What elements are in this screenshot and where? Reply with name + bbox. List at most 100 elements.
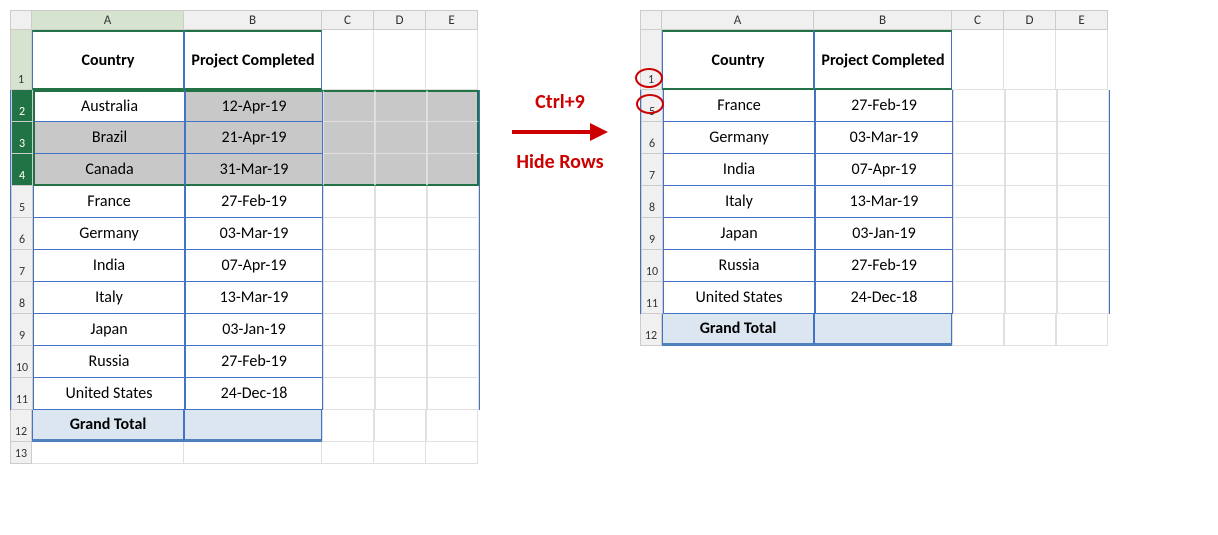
cell[interactable]: 27-Feb-19	[815, 90, 953, 122]
col-header-D[interactable]: D	[374, 10, 426, 30]
cell[interactable]: Australia	[33, 90, 185, 122]
cell[interactable]: 03-Mar-19	[815, 122, 953, 154]
cell[interactable]: Project Completed	[184, 30, 322, 90]
cell[interactable]	[427, 346, 479, 378]
cell[interactable]: Italy	[663, 186, 815, 218]
cell[interactable]	[1057, 154, 1109, 186]
row-header[interactable]: 7	[11, 250, 33, 282]
cell[interactable]	[374, 30, 426, 90]
cell[interactable]	[375, 122, 427, 154]
cell[interactable]	[953, 154, 1005, 186]
cell[interactable]: France	[663, 90, 815, 122]
cell[interactable]	[1005, 90, 1057, 122]
cell[interactable]: 12-Apr-19	[185, 90, 323, 122]
col-header-C[interactable]: C	[952, 10, 1004, 30]
cell[interactable]: Russia	[663, 250, 815, 282]
cell[interactable]	[1057, 282, 1109, 314]
row-header[interactable]: 6	[11, 218, 33, 250]
cell[interactable]	[323, 250, 375, 282]
cell[interactable]: Brazil	[33, 122, 185, 154]
row-header[interactable]: 12	[640, 314, 662, 346]
cell[interactable]	[1057, 218, 1109, 250]
cell[interactable]	[427, 250, 479, 282]
cell[interactable]	[1056, 30, 1108, 90]
row-header[interactable]: 6	[641, 122, 663, 154]
row-header[interactable]: 7	[641, 154, 663, 186]
row-header[interactable]: 11	[641, 282, 663, 314]
cell[interactable]	[426, 30, 478, 90]
cell[interactable]	[426, 442, 478, 464]
col-header-C[interactable]: C	[322, 10, 374, 30]
cell[interactable]: 03-Mar-19	[185, 218, 323, 250]
col-header-B[interactable]: B	[814, 10, 952, 30]
cell[interactable]: Germany	[33, 218, 185, 250]
row-header[interactable]: 12	[10, 410, 32, 442]
cell[interactable]: Country	[662, 30, 814, 90]
cell[interactable]	[1005, 250, 1057, 282]
cell[interactable]	[374, 410, 426, 442]
row-header[interactable]: 13	[10, 442, 32, 464]
cell[interactable]	[374, 442, 426, 464]
cell[interactable]: Japan	[33, 314, 185, 346]
cell[interactable]: Italy	[33, 282, 185, 314]
cell[interactable]	[323, 218, 375, 250]
select-all-corner[interactable]	[640, 10, 662, 30]
cell[interactable]	[1057, 186, 1109, 218]
cell[interactable]: 07-Apr-19	[815, 154, 953, 186]
cell[interactable]	[323, 378, 375, 410]
cell[interactable]	[375, 250, 427, 282]
cell[interactable]	[375, 282, 427, 314]
cell[interactable]: 13-Mar-19	[815, 186, 953, 218]
row-header[interactable]: 11	[11, 378, 33, 410]
row-header[interactable]: 10	[641, 250, 663, 282]
row-header[interactable]: 5	[641, 90, 663, 122]
col-header-E[interactable]: E	[1056, 10, 1108, 30]
cell[interactable]	[323, 154, 375, 186]
cell[interactable]	[1005, 186, 1057, 218]
cell[interactable]: Germany	[663, 122, 815, 154]
cell[interactable]	[427, 122, 479, 154]
cell[interactable]: 24-Dec-18	[815, 282, 953, 314]
cell[interactable]: Grand Total	[662, 314, 814, 346]
cell[interactable]: 03-Jan-19	[815, 218, 953, 250]
row-header[interactable]: 1	[640, 30, 662, 90]
cell[interactable]	[375, 218, 427, 250]
cell[interactable]: 21-Apr-19	[185, 122, 323, 154]
cell[interactable]	[427, 154, 479, 186]
cell[interactable]	[427, 186, 479, 218]
cell[interactable]	[323, 186, 375, 218]
cell[interactable]: 27-Feb-19	[815, 250, 953, 282]
cell[interactable]	[323, 122, 375, 154]
cell[interactable]	[953, 90, 1005, 122]
cell[interactable]	[427, 282, 479, 314]
cell[interactable]: United States	[33, 378, 185, 410]
row-header[interactable]: 1	[10, 30, 32, 90]
cell[interactable]	[427, 90, 479, 122]
cell[interactable]	[1056, 314, 1108, 346]
cell[interactable]: 27-Feb-19	[185, 346, 323, 378]
cell[interactable]: 03-Jan-19	[185, 314, 323, 346]
cell[interactable]	[427, 378, 479, 410]
row-header[interactable]: 9	[641, 218, 663, 250]
row-header[interactable]: 4	[11, 154, 33, 186]
cell[interactable]	[1004, 30, 1056, 90]
col-header-B[interactable]: B	[184, 10, 322, 30]
cell[interactable]	[814, 314, 952, 346]
col-header-D[interactable]: D	[1004, 10, 1056, 30]
row-header[interactable]: 3	[11, 122, 33, 154]
cell[interactable]	[184, 410, 322, 442]
cell[interactable]	[426, 410, 478, 442]
cell[interactable]	[427, 218, 479, 250]
cell[interactable]	[323, 314, 375, 346]
cell[interactable]	[32, 442, 184, 464]
row-header[interactable]: 5	[11, 186, 33, 218]
cell[interactable]	[375, 154, 427, 186]
cell[interactable]: India	[663, 154, 815, 186]
cell[interactable]	[427, 314, 479, 346]
cell[interactable]: Canada	[33, 154, 185, 186]
row-header[interactable]: 8	[11, 282, 33, 314]
cell[interactable]	[953, 122, 1005, 154]
cell[interactable]	[323, 90, 375, 122]
cell[interactable]: 27-Feb-19	[185, 186, 323, 218]
col-header-A[interactable]: A	[32, 10, 184, 30]
